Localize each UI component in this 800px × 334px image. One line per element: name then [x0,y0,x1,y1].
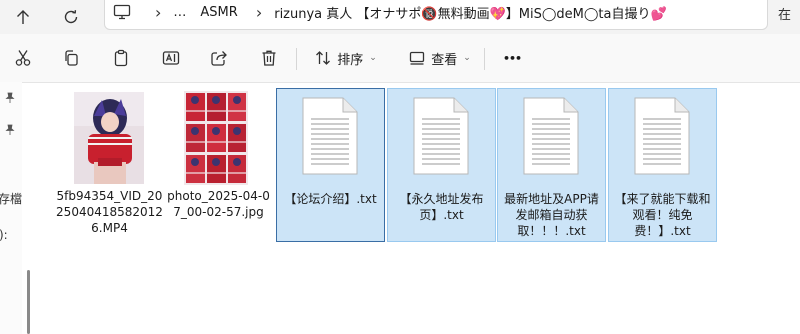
file-name: photo_2025-04-07_00-02-57.jpg [167,189,270,219]
file-name: 5fb94354_VID_20250404185820126.MP4 [56,189,163,235]
file-name: 【论坛介绍】.txt [284,192,377,206]
cut-button[interactable] [8,34,38,82]
file-item-image[interactable]: photo_2025-04-07_00-02-57.jpg [164,88,273,242]
paste-button[interactable] [106,34,136,82]
command-bar: 排序 ⌄ 查看 ⌄ ••• [0,34,800,83]
image-thumbnail [184,91,248,185]
scissors-icon [15,50,31,66]
view-button[interactable]: 查看 ⌄ [404,34,476,82]
toolbar-divider [296,48,297,70]
rename-button[interactable] [156,34,186,82]
navigation-pane: 存檔 ): [0,82,22,334]
file-item-txt[interactable]: 【永久地址发布页】.txt [387,88,496,242]
breadcrumb-overflow[interactable]: … [173,5,186,20]
address-bar-row: › … ASMR › rizunya 真人 【オナサポ🔞無料動画💖】MiS◯de… [0,0,800,34]
file-item-txt[interactable]: 最新地址及APP请发邮箱自动获取！！！.txt [497,88,606,242]
nav-item-fragment[interactable]: 存檔 [0,190,22,207]
up-button[interactable] [8,0,38,34]
video-thumbnail [74,92,144,184]
sort-icon [316,51,331,65]
view-icon [410,51,425,65]
toolbar-divider [484,48,485,70]
breadcrumb-current-folder[interactable]: rizunya 真人 【オナサポ🔞無料動画💖】MiS◯deM◯ta自撮り💕 [274,3,666,22]
file-name: 最新地址及APP请发邮箱自动获取！！！.txt [504,192,599,238]
address-box[interactable]: › … ASMR › rizunya 真人 【オナサポ🔞無料動画💖】MiS◯de… [104,0,768,30]
file-item-txt[interactable]: 【论坛介绍】.txt [276,88,385,242]
rename-icon [162,51,180,65]
chevron-down-icon: ⌄ [369,53,377,63]
clipboard-icon [114,49,128,67]
breadcrumb-separator: › [155,2,162,22]
more-options-button[interactable]: ••• [498,34,526,82]
pin-icon[interactable] [4,124,16,136]
text-file-icon [634,97,690,175]
text-file-icon [302,97,358,175]
computer-icon [113,4,131,20]
breadcrumb-separator: › [255,2,263,22]
refresh-button[interactable] [56,0,86,34]
refresh-icon [64,10,78,24]
view-label: 查看 [431,52,458,68]
file-name: 【永久地址发布页】.txt [399,192,484,222]
search-box-fragment[interactable]: 在 [778,4,791,23]
text-file-icon [523,97,579,175]
nav-item-fragment[interactable]: ): [0,228,8,242]
delete-button[interactable] [254,34,284,82]
file-item-txt[interactable]: 【来了就能下载和观看！纯免费！】.txt [608,88,717,242]
chevron-down-icon: ⌄ [463,53,471,63]
up-arrow-icon [17,10,29,24]
trash-icon [262,50,276,66]
breadcrumb-asmr[interactable]: ASMR [200,5,237,20]
nav-scrollbar-thumb[interactable] [27,270,30,334]
copy-button[interactable] [56,34,86,82]
file-item-video[interactable]: 5fb94354_VID_20250404185820126.MP4 [55,88,164,242]
sort-label: 排序 [337,52,364,68]
text-file-icon [413,97,469,175]
sort-button[interactable]: 排序 ⌄ [310,34,382,82]
share-button[interactable] [204,34,234,82]
copy-icon [65,50,78,66]
pin-icon[interactable] [4,92,16,104]
file-name: 【来了就能下载和观看！纯免费！】.txt [614,192,711,238]
share-icon [211,51,227,66]
